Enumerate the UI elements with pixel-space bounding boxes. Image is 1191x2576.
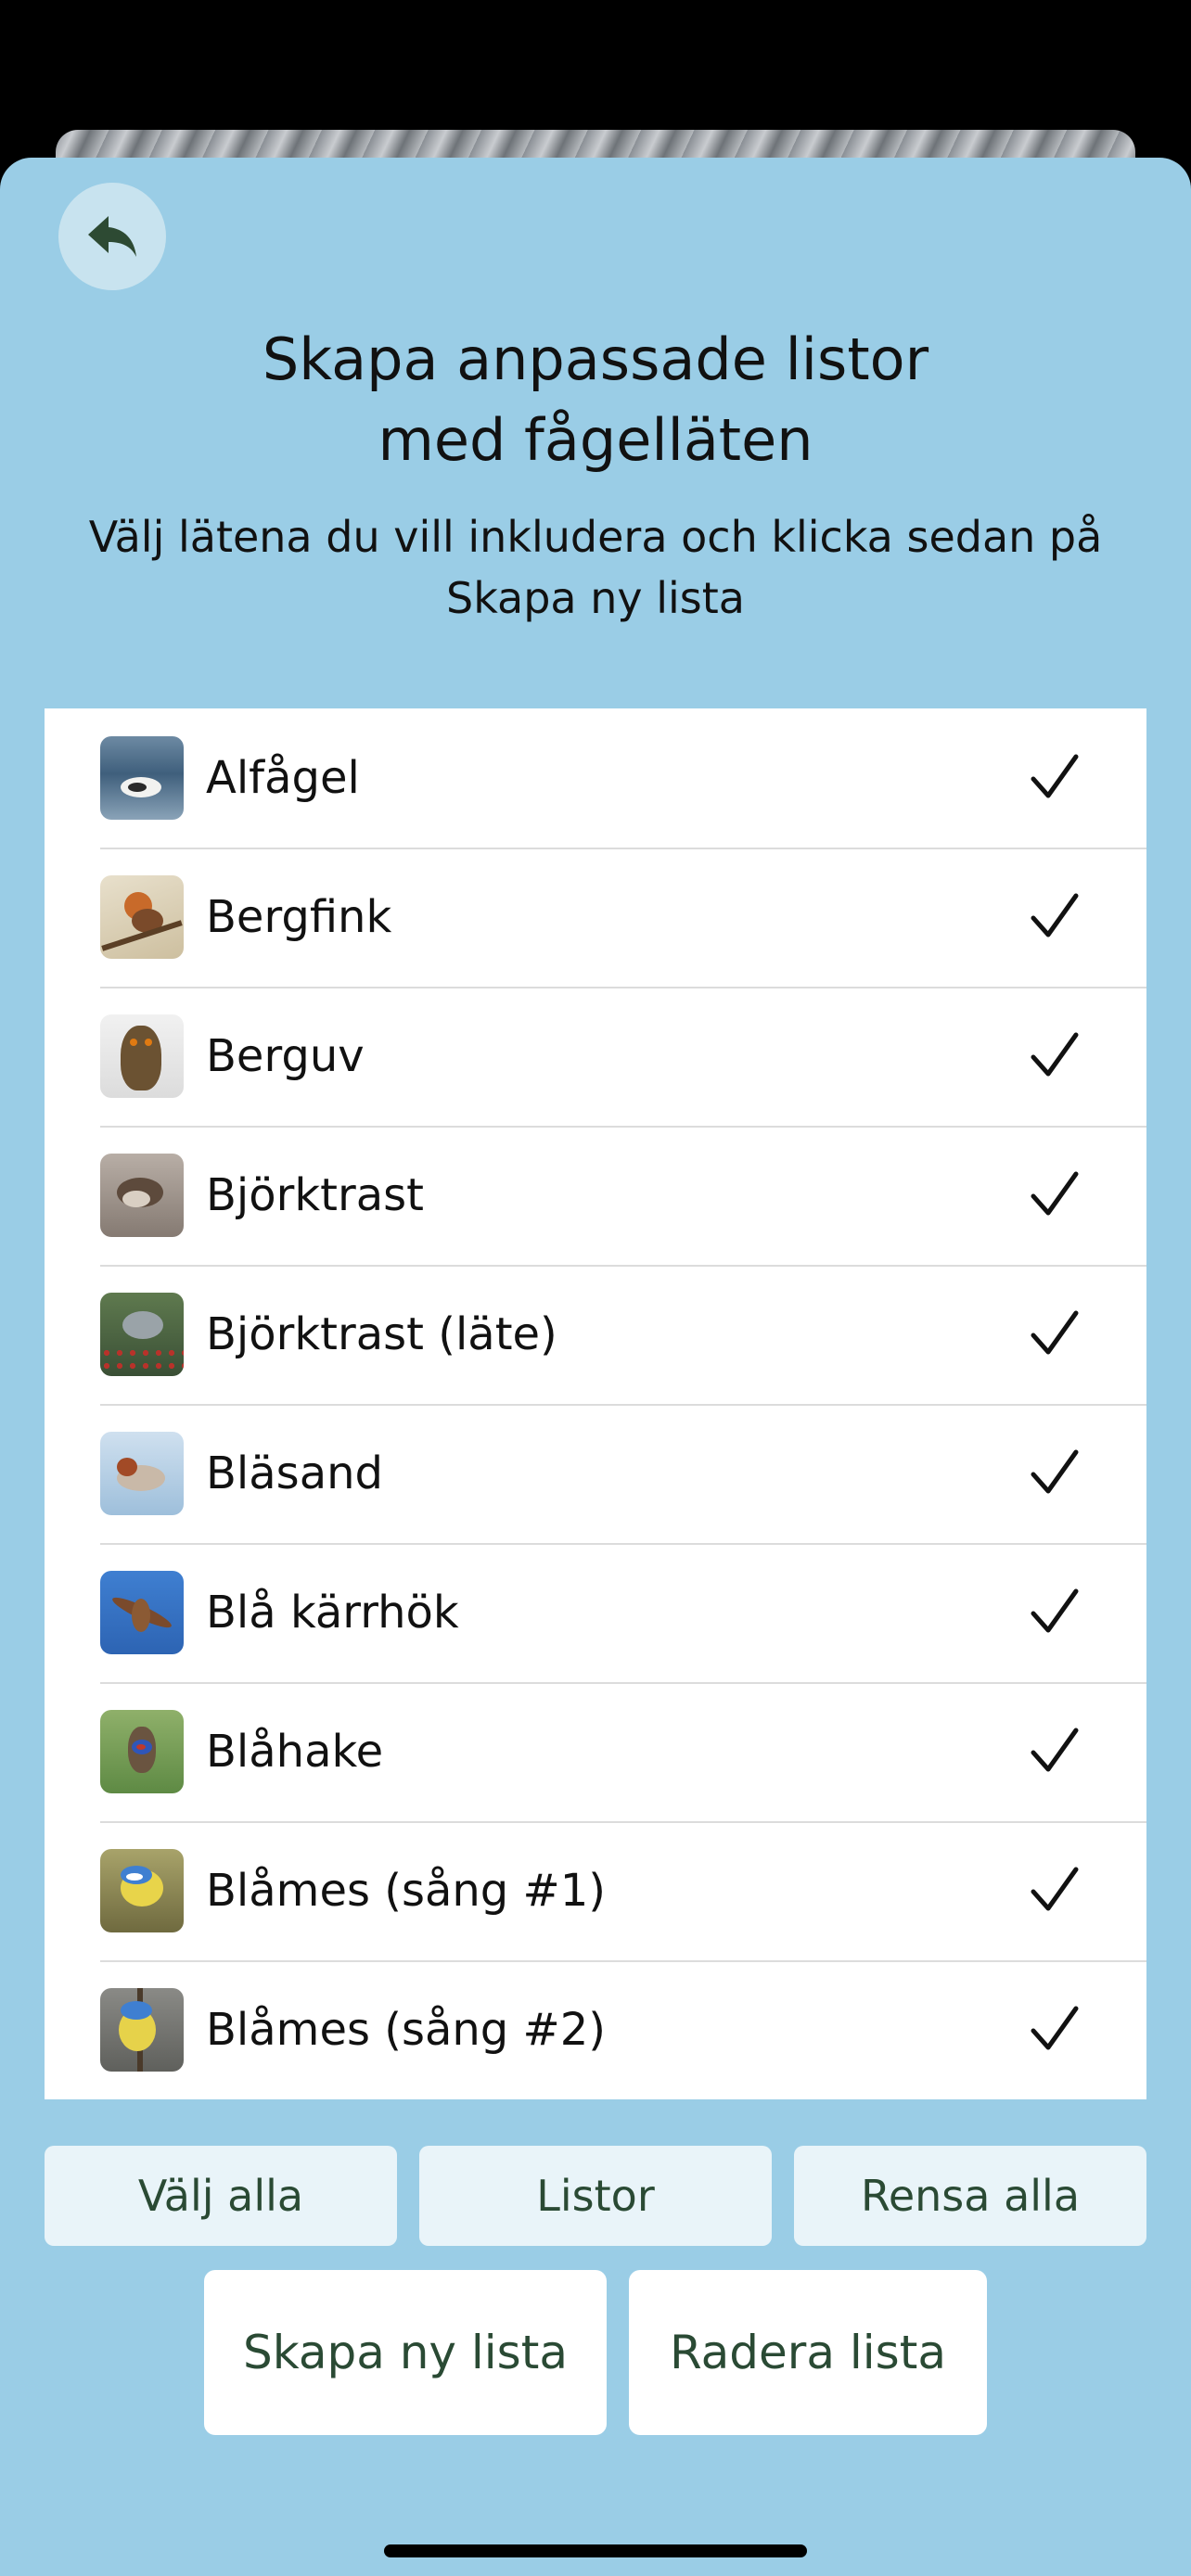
list-item[interactable]: Blå kärrhök (100, 1543, 1146, 1684)
bird-thumbnail (100, 1432, 184, 1515)
delete-list-button[interactable]: Radera lista (629, 2270, 987, 2435)
subtitle-line-2: Skapa ny lista (446, 573, 745, 623)
bird-thumbnail (100, 1014, 184, 1098)
list-item-label: Björktrast (läte) (206, 1308, 557, 1360)
checkmark-icon (1031, 1171, 1079, 1216)
bird-thumbnail (100, 1293, 184, 1376)
checkmark-icon (1031, 1310, 1079, 1355)
bird-thumbnail (100, 875, 184, 959)
list-item-label: Alfågel (206, 752, 360, 804)
list-item[interactable]: Berguv (100, 987, 1146, 1128)
back-arrow-icon (88, 216, 136, 257)
list-item[interactable]: Alfågel (100, 708, 1146, 849)
bird-thumbnail (100, 1571, 184, 1654)
list-item[interactable]: Bergfink (100, 848, 1146, 988)
instructions-text: Välj lätena du vill inkludera och klicka… (74, 506, 1117, 629)
clear-all-button[interactable]: Rensa alla (794, 2146, 1146, 2246)
checkmark-icon (1031, 1032, 1079, 1077)
list-item-label: Blåmes (sång #1) (206, 1865, 607, 1917)
checkmark-icon (1031, 1728, 1079, 1772)
title-line-2: med fågelläten (378, 406, 813, 474)
bird-thumbnail (100, 736, 184, 820)
checkmark-icon (1031, 1449, 1079, 1494)
bird-thumbnail (100, 1849, 184, 1932)
title-line-1: Skapa anpassade listor (262, 325, 929, 393)
bird-sound-list[interactable]: Alfågel Bergfink Berguv Björktrast Björk… (45, 708, 1146, 2099)
create-list-button[interactable]: Skapa ny lista (204, 2270, 607, 2435)
checkmark-icon (1031, 893, 1079, 937)
list-item[interactable]: Bläsand (100, 1404, 1146, 1545)
list-item-label: Bergfink (206, 891, 392, 943)
checkmark-icon (1031, 2006, 1079, 2050)
subtitle-line-1: Välj lätena du vill inkludera och klicka… (88, 512, 1103, 562)
bird-thumbnail (100, 1988, 184, 2072)
list-item[interactable]: Blåmes (sång #1) (100, 1821, 1146, 1962)
bird-thumbnail (100, 1710, 184, 1793)
list-item[interactable]: Björktrast (100, 1126, 1146, 1267)
list-item-label: Berguv (206, 1030, 365, 1082)
select-all-button[interactable]: Välj alla (45, 2146, 397, 2246)
checkmark-icon (1031, 754, 1079, 798)
list-item-label: Bläsand (206, 1447, 383, 1499)
checkmark-icon (1031, 1588, 1079, 1633)
home-indicator (384, 2544, 807, 2557)
page-title: Skapa anpassade listor med fågelläten (0, 319, 1191, 480)
list-item[interactable]: Blåmes (sång #2) (100, 1960, 1146, 2099)
list-item[interactable]: Blåhake (100, 1682, 1146, 1823)
list-item-label: Blåmes (sång #2) (206, 2004, 607, 2056)
back-button[interactable] (58, 183, 166, 290)
list-item-label: Blåhake (206, 1726, 384, 1778)
bird-thumbnail (100, 1154, 184, 1237)
checkmark-icon (1031, 1867, 1079, 1911)
lists-button[interactable]: Listor (419, 2146, 772, 2246)
list-item-label: Björktrast (206, 1169, 424, 1221)
custom-list-sheet: Skapa anpassade listor med fågelläten Vä… (0, 158, 1191, 2576)
list-item-label: Blå kärrhök (206, 1587, 459, 1639)
list-item[interactable]: Björktrast (läte) (100, 1265, 1146, 1406)
